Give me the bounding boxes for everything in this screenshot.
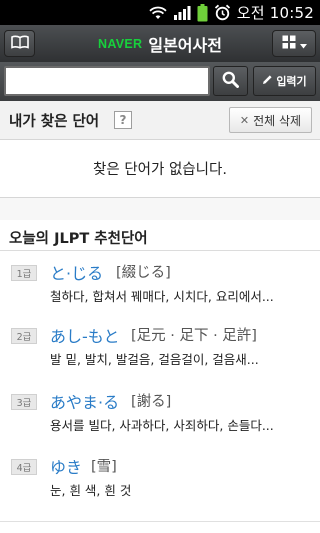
battery-icon xyxy=(197,3,208,22)
chevron-down-icon xyxy=(299,34,307,53)
level-badge: 3급 xyxy=(11,394,37,410)
clear-all-button[interactable]: ✕ 전체 삭제 xyxy=(229,107,312,133)
recommend-title: 오늘의 JLPT 추천단어 xyxy=(9,231,148,247)
input-method-label: 입력기 xyxy=(276,75,307,88)
status-time: 오전 10:52 xyxy=(236,4,314,22)
level-badge: 1급 xyxy=(11,265,37,281)
close-icon: ✕ xyxy=(239,113,250,127)
status-bar: 오전 10:52 xyxy=(0,0,320,25)
pencil-icon xyxy=(262,74,273,88)
list-item[interactable]: 1급 と·じる [綴じる] 철하다, 합쳐서 꿰매다, 시치다, 요리에서... xyxy=(0,257,320,323)
book-icon xyxy=(10,34,29,53)
menu-button[interactable] xyxy=(272,30,316,57)
section-divider xyxy=(0,198,320,220)
signal-icon xyxy=(173,5,191,20)
word-kanji: [謝る] xyxy=(131,394,172,410)
dictionary-title: 일본어사전 xyxy=(148,35,222,55)
wordbook-button[interactable] xyxy=(4,30,35,57)
list-item[interactable]: 3급 あやま·る [謝る] 용서를 빌다, 사과하다, 사죄하다, 손들다... xyxy=(0,386,320,452)
alarm-icon xyxy=(214,4,231,21)
history-list: 찾은 단어가 없습니다. xyxy=(0,140,320,198)
grid-icon xyxy=(282,34,296,53)
search-bar: 입력기 xyxy=(0,62,320,102)
word-meaning: 발 밑, 발치, 발걸음, 걸음걸이, 걸음새... xyxy=(50,352,259,367)
wifi-icon xyxy=(149,6,167,20)
app-header: NAVER 일본어사전 xyxy=(0,25,320,63)
help-button[interactable]: ? xyxy=(114,111,132,129)
word-kana: ゆき xyxy=(50,458,83,477)
naver-logo: NAVER xyxy=(98,36,143,51)
history-title: 내가 찾은 단어 xyxy=(9,114,100,130)
list-item[interactable]: 4급 ゆき [雪] 눈, 흰 색, 흰 것 xyxy=(0,451,320,517)
word-meaning: 눈, 흰 색, 흰 것 xyxy=(50,483,132,498)
bottom-divider xyxy=(0,521,320,522)
history-header: 내가 찾은 단어 ? ✕ 전체 삭제 xyxy=(0,101,320,140)
search-icon xyxy=(222,71,239,92)
clear-all-label: 전체 삭제 xyxy=(253,113,302,128)
empty-message: 찾은 단어가 없습니다. xyxy=(93,162,227,178)
word-kanji: [足元 · 足下 · 足許] xyxy=(131,328,257,344)
recommend-header: 오늘의 JLPT 추천단어 xyxy=(0,220,320,251)
search-button[interactable] xyxy=(213,66,248,96)
list-item[interactable]: 2급 あし-もと [足元 · 足下 · 足許] 발 밑, 발치, 발걸음, 걸음… xyxy=(0,320,320,386)
word-kanji: [雪] xyxy=(91,459,117,475)
word-kanji: [綴じる] xyxy=(116,265,171,281)
search-input[interactable] xyxy=(4,66,210,96)
word-meaning: 철하다, 합쳐서 꿰매다, 시치다, 요리에서... xyxy=(50,289,274,304)
input-method-button[interactable]: 입력기 xyxy=(253,66,316,96)
level-badge: 2급 xyxy=(11,328,37,344)
level-badge: 4급 xyxy=(11,459,37,475)
word-meaning: 용서를 빌다, 사과하다, 사죄하다, 손들다... xyxy=(50,418,274,433)
word-kana: と·じる xyxy=(50,264,104,283)
word-kana: あし-もと xyxy=(50,327,120,346)
word-kana: あやま·る xyxy=(50,393,120,412)
